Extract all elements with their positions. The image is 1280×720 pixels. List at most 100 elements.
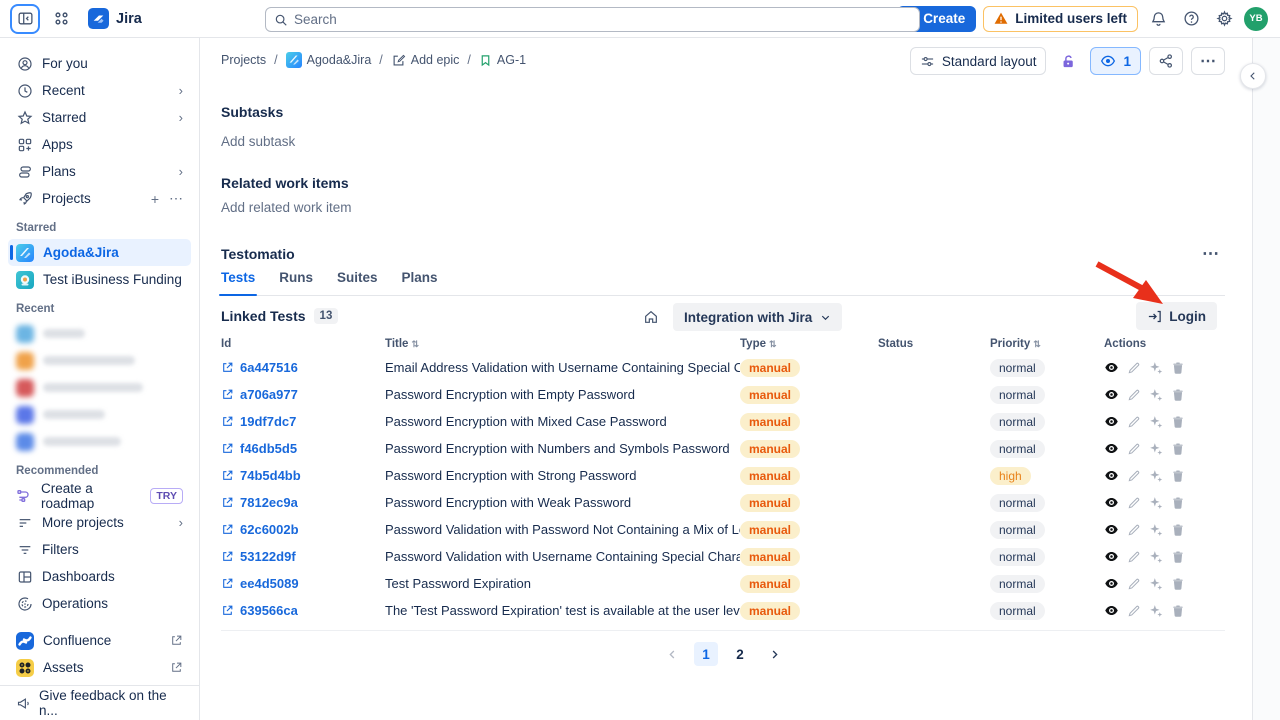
- sidebar-item-plans[interactable]: Plans ›: [8, 158, 191, 185]
- login-button[interactable]: Login: [1136, 302, 1217, 330]
- suite-select-dropdown[interactable]: Integration with Jira: [673, 303, 842, 331]
- edit-test-button[interactable]: [1127, 523, 1141, 537]
- standard-layout-button[interactable]: Standard layout: [910, 47, 1047, 75]
- view-test-button[interactable]: [1104, 576, 1119, 591]
- test-id-link[interactable]: a706a977: [221, 387, 385, 402]
- test-id-link[interactable]: ee4d5089: [221, 576, 385, 591]
- more-actions-button[interactable]: ⋯: [1191, 47, 1225, 75]
- edit-test-button[interactable]: [1127, 415, 1141, 429]
- jira-logo[interactable]: Jira: [88, 8, 142, 29]
- delete-test-button[interactable]: [1171, 577, 1185, 591]
- delete-test-button[interactable]: [1171, 496, 1185, 510]
- edit-test-button[interactable]: [1127, 361, 1141, 375]
- recent-item-blurred[interactable]: [8, 347, 191, 374]
- prev-page-button[interactable]: [660, 642, 684, 666]
- sidebar-item-confluence[interactable]: Confluence: [8, 627, 191, 654]
- ai-generate-button[interactable]: [1149, 550, 1163, 564]
- recent-item-blurred[interactable]: [8, 374, 191, 401]
- col-status[interactable]: Status: [878, 338, 990, 350]
- add-project-icon[interactable]: +: [151, 191, 159, 207]
- test-id-link[interactable]: 19df7dc7: [221, 414, 385, 429]
- view-test-button[interactable]: [1104, 441, 1119, 456]
- tab-plans[interactable]: Plans: [402, 270, 438, 295]
- ai-generate-button[interactable]: [1149, 523, 1163, 537]
- settings-button[interactable]: [1211, 6, 1237, 32]
- col-priority[interactable]: Priority⇅: [990, 338, 1104, 350]
- watchers-button[interactable]: 1: [1090, 47, 1141, 75]
- breadcrumb-issue[interactable]: AG-1: [479, 53, 526, 68]
- test-id-link[interactable]: 6a447516: [221, 360, 385, 375]
- testomatio-more-button[interactable]: ⋯: [1202, 244, 1220, 264]
- add-subtask-button[interactable]: Add subtask: [221, 134, 295, 149]
- search-bar[interactable]: [265, 7, 920, 32]
- view-test-button[interactable]: [1104, 468, 1119, 483]
- sidebar-item-recent[interactable]: Recent ›: [8, 77, 191, 104]
- breadcrumb-project[interactable]: Agoda&Jira: [286, 52, 372, 68]
- ai-generate-button[interactable]: [1149, 496, 1163, 510]
- test-title[interactable]: Password Encryption with Mixed Case Pass…: [385, 414, 740, 429]
- ai-generate-button[interactable]: [1149, 577, 1163, 591]
- sidebar-project-agoda-jira[interactable]: Agoda&Jira: [8, 239, 191, 266]
- test-id-link[interactable]: f46db5d5: [221, 441, 385, 456]
- sidebar-item-dashboards[interactable]: Dashboards: [8, 563, 191, 590]
- test-id-link[interactable]: 639566ca: [221, 603, 385, 618]
- sidebar-item-assets[interactable]: Assets: [8, 654, 191, 681]
- unlock-button[interactable]: [1054, 47, 1082, 75]
- add-related-item-button[interactable]: Add related work item: [221, 200, 352, 215]
- tab-tests[interactable]: Tests: [221, 270, 255, 295]
- share-button[interactable]: [1149, 47, 1183, 75]
- edit-test-button[interactable]: [1127, 388, 1141, 402]
- sidebar-item-filters[interactable]: Filters: [8, 536, 191, 563]
- page-1-button[interactable]: 1: [694, 642, 718, 666]
- recent-item-blurred[interactable]: [8, 428, 191, 455]
- edit-test-button[interactable]: [1127, 550, 1141, 564]
- test-id-link[interactable]: 53122d9f: [221, 549, 385, 564]
- ai-generate-button[interactable]: [1149, 442, 1163, 456]
- test-title[interactable]: Test Password Expiration: [385, 576, 740, 591]
- test-id-link[interactable]: 7812ec9a: [221, 495, 385, 510]
- sidebar-item-for-you[interactable]: For you: [8, 50, 191, 77]
- delete-test-button[interactable]: [1171, 523, 1185, 537]
- edit-test-button[interactable]: [1127, 577, 1141, 591]
- edit-test-button[interactable]: [1127, 604, 1141, 618]
- ai-generate-button[interactable]: [1149, 604, 1163, 618]
- test-title[interactable]: Password Encryption with Empty Password: [385, 387, 740, 402]
- sidebar-item-create-roadmap[interactable]: Create a roadmap TRY: [8, 482, 191, 509]
- sidebar-item-projects[interactable]: Projects +⋯: [8, 185, 191, 212]
- user-avatar[interactable]: YB: [1244, 7, 1268, 31]
- test-title[interactable]: Password Encryption with Weak Password: [385, 495, 740, 510]
- test-title[interactable]: Password Validation with Password Not Co…: [385, 522, 740, 537]
- sidebar-toggle-button[interactable]: [12, 6, 38, 32]
- test-title[interactable]: Password Validation with Username Contai…: [385, 549, 740, 564]
- delete-test-button[interactable]: [1171, 388, 1185, 402]
- view-test-button[interactable]: [1104, 387, 1119, 402]
- sidebar-project-test-ibusiness[interactable]: Test iBusiness Funding: [8, 266, 191, 293]
- recent-item-blurred[interactable]: [8, 320, 191, 347]
- sidebar-item-starred[interactable]: Starred ›: [8, 104, 191, 131]
- delete-test-button[interactable]: [1171, 442, 1185, 456]
- sidebar-item-operations[interactable]: Operations: [8, 590, 191, 617]
- tab-runs[interactable]: Runs: [279, 270, 313, 295]
- projects-more-icon[interactable]: ⋯: [169, 190, 183, 207]
- col-type[interactable]: Type⇅: [740, 338, 878, 350]
- view-test-button[interactable]: [1104, 603, 1119, 618]
- edit-test-button[interactable]: [1127, 442, 1141, 456]
- notifications-button[interactable]: [1145, 6, 1171, 32]
- test-id-link[interactable]: 74b5d4bb: [221, 468, 385, 483]
- page-2-button[interactable]: 2: [728, 642, 752, 666]
- give-feedback-button[interactable]: Give feedback on the n...: [0, 685, 199, 720]
- ai-generate-button[interactable]: [1149, 469, 1163, 483]
- search-input[interactable]: [294, 12, 911, 27]
- tab-suites[interactable]: Suites: [337, 270, 378, 295]
- edit-test-button[interactable]: [1127, 496, 1141, 510]
- test-title[interactable]: The 'Test Password Expiration' test is a…: [385, 603, 740, 618]
- delete-test-button[interactable]: [1171, 469, 1185, 483]
- next-page-button[interactable]: [762, 642, 786, 666]
- breadcrumb-projects[interactable]: Projects: [221, 53, 266, 67]
- sidebar-item-apps[interactable]: Apps: [8, 131, 191, 158]
- col-id[interactable]: Id: [221, 338, 385, 350]
- sidebar-item-more-projects[interactable]: More projects ›: [8, 509, 191, 536]
- delete-test-button[interactable]: [1171, 415, 1185, 429]
- breadcrumb-add-epic[interactable]: Add epic: [391, 53, 460, 68]
- edit-test-button[interactable]: [1127, 469, 1141, 483]
